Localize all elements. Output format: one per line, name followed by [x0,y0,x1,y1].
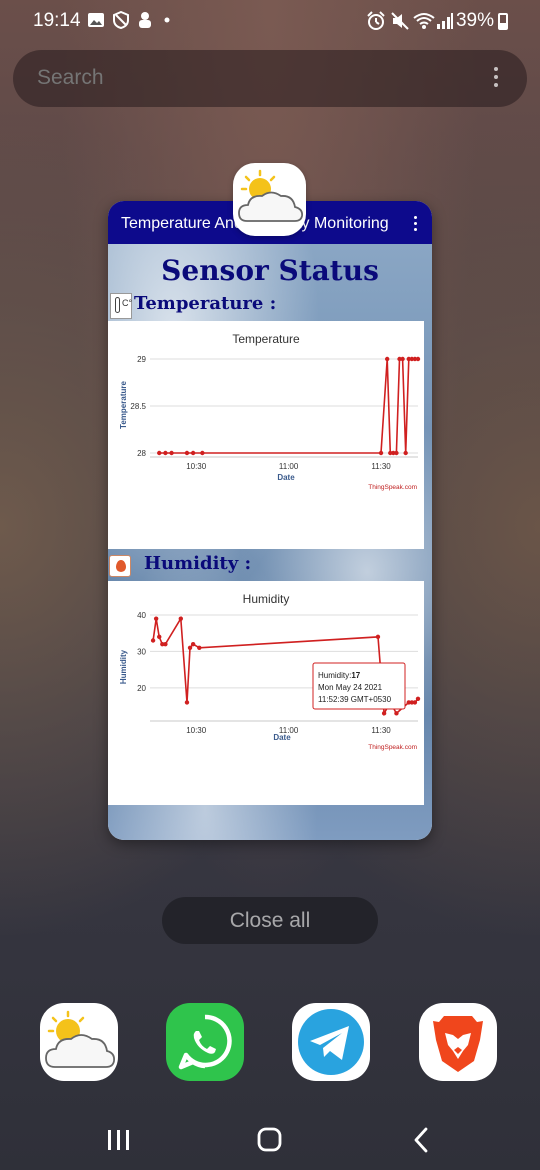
x-tick-label: 11:00 [279,726,299,735]
mute-icon [391,12,409,30]
y-tick-label: 28.5 [130,402,146,411]
home-icon [257,1127,282,1152]
data-point [375,634,381,640]
temperature-label: Temperature : [134,293,277,314]
dock-brave-app-icon[interactable] [419,1003,497,1081]
home-button[interactable] [250,1122,290,1158]
brave-lion-icon [419,1003,497,1081]
recent-app-card[interactable]: Temperature And Humidity Monitoring Sens… [108,201,432,840]
y-tick-label: 30 [137,647,146,656]
data-point [163,450,168,456]
y-tick-label: 28 [137,449,146,458]
thermometer-unit: C° [122,298,133,308]
thermometer-icon: C° [110,293,132,319]
y-tick-label: 20 [137,684,146,693]
data-point [184,450,190,456]
recents-icon [108,1130,129,1150]
tooltip-time: 11:52:39 GMT+0530 [318,695,392,704]
x-tick-label: 11:30 [371,462,391,471]
data-point [153,616,159,621]
data-point [403,450,408,456]
chart-ylabel: Humidity [119,649,128,684]
chart-title: Temperature [232,332,300,346]
temperature-chart: Temperature Temperature Date ThingSpeak.… [108,321,424,549]
data-point [187,645,193,650]
alarm-icon [367,11,385,30]
weather-icon [40,1003,118,1081]
tooltip-date: Mon May 24 2021 [318,683,383,692]
humidity-chart: Humidity Humidity Date ThingSpeak.com 20… [108,581,424,805]
tooltip-label: Humidity: [318,671,351,680]
data-point [190,450,196,456]
puppy-icon [139,12,151,28]
data-point [415,356,421,362]
data-point [184,700,190,705]
data-point [169,450,174,456]
data-point [378,450,384,456]
app-menu-icon[interactable] [412,216,418,232]
close-all-button[interactable]: Close all [162,897,378,944]
y-tick-label: 40 [137,611,146,620]
weather-icon [238,169,304,222]
dock-weather-app-icon[interactable] [40,1003,118,1081]
shield-icon [113,11,129,29]
search-bar[interactable] [13,50,527,107]
dock-telegram-app-icon[interactable] [292,1003,370,1081]
data-point [415,696,421,701]
back-icon [414,1127,428,1153]
battery-percent: 39% [455,10,494,31]
chart-credit: ThingSpeak.com [368,484,417,491]
data-point [157,634,162,640]
data-point [394,711,399,716]
y-tick-label: 29 [137,355,146,364]
telegram-icon [292,1003,370,1081]
humidity-label: Humidity : [144,553,252,574]
data-point [381,711,387,716]
status-time: 19:14 [33,10,81,31]
x-tick-label: 10:30 [186,726,207,735]
chart-tooltip: Humidity:17 Mon May 24 2021 11:52:39 GMT… [312,662,406,710]
sensor-status-heading: Sensor Status [161,254,379,287]
back-button[interactable] [402,1122,442,1158]
whatsapp-icon [166,1003,244,1081]
dock-whatsapp-app-icon[interactable] [166,1003,244,1081]
data-point [200,450,205,456]
svg-text:Humidity:17: Humidity:17 [318,671,361,680]
more-options-icon[interactable] [487,67,505,91]
temperature-chart-svg: Temperature Temperature Date ThingSpeak.… [119,332,421,491]
data-point [157,450,162,456]
data-point [178,616,184,621]
data-point [412,700,418,705]
data-point [190,641,196,647]
wifi-icon [413,13,435,29]
data-point [197,645,202,650]
status-bar: 19:14 39% [0,0,540,44]
data-point [384,356,390,362]
recents-button[interactable] [99,1122,139,1158]
data-point [163,641,168,647]
x-tick-label: 11:00 [279,462,299,471]
search-input[interactable] [37,66,437,90]
humidity-chart-svg: Humidity Humidity Date ThingSpeak.com 20… [119,592,421,751]
chart-ylabel: Temperature [119,381,128,429]
tooltip-value: 17 [351,671,360,680]
humidity-drop-icon [109,555,131,577]
app-content: Sensor Status C° Temperature : Temperatu… [108,244,432,840]
chart-xlabel: Date [277,473,295,482]
chart-title: Humidity [243,592,290,606]
chart-credit: ThingSpeak.com [368,744,417,751]
x-tick-label: 10:30 [186,462,207,471]
signal-icon [437,13,453,29]
data-point [400,356,405,362]
data-point [150,638,156,643]
weather-app-icon[interactable] [233,163,306,236]
battery-icon [498,13,508,30]
gallery-icon [88,13,104,27]
dot-icon [164,17,170,23]
x-tick-label: 11:30 [371,726,391,735]
data-point [394,450,399,456]
